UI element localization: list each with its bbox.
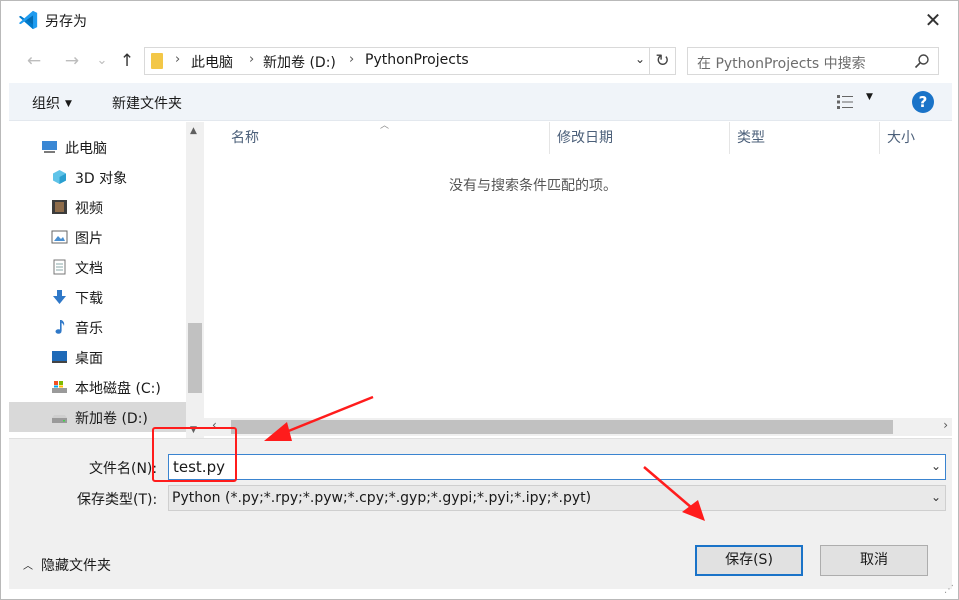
column-header-modified[interactable]: 修改日期 — [557, 122, 613, 154]
annotation-highlight-box — [152, 427, 237, 482]
nav-label: 此电脑 — [65, 141, 107, 157]
filename-label: 文件名(N): — [89, 461, 158, 477]
nav-item-pictures[interactable]: 图片 — [9, 222, 186, 252]
nav-item-drive-c[interactable]: 本地磁盘 (C:) — [9, 372, 186, 402]
resize-grip-icon[interactable]: ⋰ — [944, 584, 954, 595]
download-icon — [53, 290, 66, 304]
computer-icon — [42, 141, 57, 153]
search-box[interactable]: 在 PythonProjects 中搜索 — [687, 47, 939, 75]
recent-locations-button[interactable]: ⌄ — [91, 50, 113, 72]
address-dropdown-icon[interactable]: ⌄ — [635, 52, 645, 66]
cancel-button[interactable]: 取消 — [820, 545, 928, 576]
nav-label: 视频 — [75, 201, 103, 217]
file-list[interactable]: ︿ 名称 修改日期 类型 大小 没有与搜索条件匹配的项。 ‹ › — [204, 121, 952, 438]
hide-folders-label: 隐藏文件夹 — [41, 558, 111, 574]
filename-field[interactable]: test.py ⌄ — [168, 454, 946, 480]
scroll-right-icon[interactable]: › — [943, 418, 948, 432]
forward-button[interactable]: → — [61, 50, 83, 72]
column-divider[interactable] — [729, 122, 730, 154]
nav-item-downloads[interactable]: 下载 — [9, 282, 186, 312]
close-button[interactable]: ✕ — [922, 9, 944, 31]
refresh-icon: ↻ — [655, 51, 670, 71]
breadcrumb-pythonprojects[interactable]: PythonProjects — [365, 52, 469, 68]
desktop-icon — [52, 351, 67, 363]
arrow-left-icon: ← — [26, 51, 42, 71]
video-icon — [52, 200, 67, 214]
nav-label: 下载 — [75, 291, 103, 307]
nav-label: 图片 — [75, 231, 103, 247]
scrollbar-thumb[interactable] — [231, 420, 893, 434]
save-as-dialog: 另存为 ✕ ← → ⌄ ↑ › 此电脑 › 新加卷 (D:) › PythonP… — [0, 0, 959, 600]
save-button[interactable]: 保存(S) — [695, 545, 803, 576]
address-bar[interactable]: › 此电脑 › 新加卷 (D:) › PythonProjects ⌄ — [144, 47, 650, 75]
empty-folder-message: 没有与搜索条件匹配的项。 — [449, 178, 617, 194]
breadcrumb-drive-d[interactable]: 新加卷 (D:) — [263, 52, 336, 72]
organize-menu[interactable]: 组织 ▼ — [32, 93, 72, 113]
navigation-pane: 此电脑 3D 对象 视频 图片 文档 下载 音乐 桌面 本地磁盘 (C:) 新加… — [9, 122, 186, 438]
column-divider[interactable] — [879, 122, 880, 154]
breadcrumb-separator-icon: › — [249, 52, 255, 67]
nav-label: 音乐 — [75, 321, 103, 337]
arrow-up-icon: ↑ — [119, 51, 135, 71]
picture-icon — [51, 230, 68, 244]
title-bar: 另存为 ✕ — [1, 1, 958, 39]
filetype-select[interactable]: Python (*.py;*.rpy;*.pyw;*.cpy;*.gyp;*.g… — [168, 485, 946, 511]
caret-down-icon: ▼ — [65, 99, 72, 109]
nav-item-3d-objects[interactable]: 3D 对象 — [9, 162, 186, 192]
breadcrumb-separator-icon: › — [349, 52, 355, 67]
nav-label: 桌面 — [75, 351, 103, 367]
search-input[interactable]: 在 PythonProjects 中搜索 — [697, 53, 866, 73]
chevron-down-icon[interactable]: ⌄ — [931, 459, 941, 473]
view-list-icon[interactable] — [836, 94, 854, 110]
music-icon — [55, 320, 65, 334]
command-toolbar: 组织 ▼ 新建文件夹 ▼ ? — [9, 83, 952, 121]
cube-3d-icon — [53, 170, 66, 184]
up-button[interactable]: ↑ — [116, 50, 138, 72]
nav-label: 3D 对象 — [75, 171, 128, 187]
nav-item-this-pc[interactable]: 此电脑 — [9, 132, 186, 162]
filetype-value: Python (*.py;*.rpy;*.pyw;*.cpy;*.gyp;*.g… — [172, 490, 592, 506]
nav-item-music[interactable]: 音乐 — [9, 312, 186, 342]
vscode-icon — [18, 10, 38, 30]
column-header-size[interactable]: 大小 — [887, 122, 915, 154]
column-header-name[interactable]: 名称 — [231, 122, 259, 154]
scroll-up-icon[interactable]: ▲ — [190, 126, 197, 136]
document-icon — [53, 259, 66, 275]
column-header-type[interactable]: 类型 — [737, 122, 765, 154]
back-button[interactable]: ← — [23, 50, 45, 72]
search-icon — [914, 54, 929, 69]
sort-ascending-icon: ︿ — [380, 121, 390, 131]
drive-c-icon — [52, 381, 67, 393]
nav-label: 文档 — [75, 261, 103, 277]
close-icon: ✕ — [924, 8, 942, 32]
help-icon[interactable]: ? — [912, 91, 934, 113]
breadcrumb-separator-icon: › — [175, 52, 181, 67]
organize-label: 组织 — [32, 96, 60, 112]
window-title: 另存为 — [45, 14, 87, 30]
arrow-right-icon: → — [64, 51, 80, 71]
caret-up-icon: ︿ — [23, 561, 33, 572]
folder-icon — [151, 53, 163, 69]
breadcrumb-this-pc[interactable]: 此电脑 — [191, 52, 233, 72]
hide-folders-toggle[interactable]: ︿ 隐藏文件夹 — [23, 555, 111, 575]
nav-label: 本地磁盘 (C:) — [75, 381, 161, 397]
filetype-label: 保存类型(T): — [77, 492, 158, 508]
chevron-down-icon[interactable]: ⌄ — [931, 490, 941, 504]
nav-item-desktop[interactable]: 桌面 — [9, 342, 186, 372]
drive-d-icon — [52, 415, 67, 423]
nav-pane-scrollbar[interactable]: ▲ ▼ — [186, 122, 204, 438]
refresh-button[interactable]: ↻ — [650, 47, 676, 75]
column-divider[interactable] — [549, 122, 550, 154]
horizontal-scrollbar[interactable]: ‹ › — [204, 418, 952, 436]
nav-label: 新加卷 (D:) — [75, 411, 148, 427]
view-options-caret-icon[interactable]: ▼ — [866, 92, 873, 102]
nav-item-videos[interactable]: 视频 — [9, 192, 186, 222]
scrollbar-thumb[interactable] — [188, 323, 202, 393]
new-folder-button[interactable]: 新建文件夹 — [112, 93, 182, 113]
chevron-down-icon: ⌄ — [96, 53, 108, 68]
nav-item-documents[interactable]: 文档 — [9, 252, 186, 282]
